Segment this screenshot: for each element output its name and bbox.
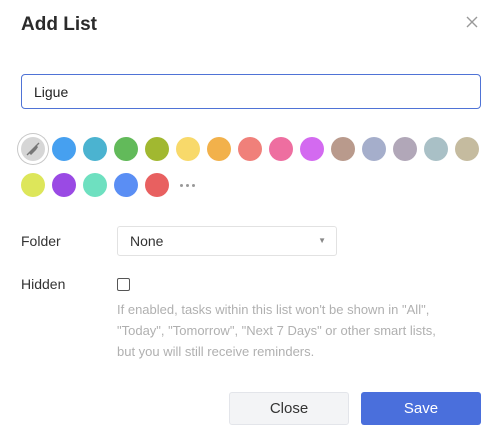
color-swatch[interactable] — [238, 137, 262, 161]
color-swatch[interactable] — [424, 137, 448, 161]
close-icon[interactable] — [462, 12, 482, 32]
hidden-label: Hidden — [21, 276, 66, 292]
color-swatch[interactable] — [145, 137, 169, 161]
color-swatch[interactable] — [269, 137, 293, 161]
more-icon[interactable] — [179, 173, 199, 197]
dialog-title: Add List — [21, 14, 97, 35]
color-swatch[interactable] — [207, 137, 231, 161]
color-swatch[interactable] — [455, 137, 479, 161]
help-line: but you will still receive reminders. — [117, 344, 315, 359]
list-name-input[interactable] — [21, 74, 481, 109]
hidden-checkbox[interactable] — [117, 278, 130, 291]
color-swatch[interactable] — [362, 137, 386, 161]
folder-selected-value: None — [130, 233, 164, 249]
help-line: "Today", "Tomorrow", "Next 7 Days" or ot… — [117, 323, 436, 338]
no-color-icon[interactable] — [21, 137, 45, 161]
save-button[interactable]: Save — [361, 392, 481, 425]
color-swatch[interactable] — [331, 137, 355, 161]
help-line: If enabled, tasks within this list won't… — [117, 302, 430, 317]
color-swatch[interactable] — [83, 173, 107, 197]
color-swatch[interactable] — [176, 137, 200, 161]
color-swatch[interactable] — [114, 173, 138, 197]
folder-label: Folder — [21, 233, 61, 249]
color-swatch[interactable] — [145, 173, 169, 197]
folder-select[interactable]: None ▼ — [117, 226, 337, 256]
color-swatch[interactable] — [52, 173, 76, 197]
color-swatch[interactable] — [300, 137, 324, 161]
chevron-down-icon: ▼ — [318, 236, 326, 245]
color-swatch[interactable] — [21, 173, 45, 197]
color-swatch[interactable] — [83, 137, 107, 161]
color-swatch[interactable] — [114, 137, 138, 161]
close-button[interactable]: Close — [229, 392, 349, 425]
hidden-help-text: If enabled, tasks within this list won't… — [117, 299, 487, 362]
color-swatch[interactable] — [52, 137, 76, 161]
color-swatch[interactable] — [393, 137, 417, 161]
